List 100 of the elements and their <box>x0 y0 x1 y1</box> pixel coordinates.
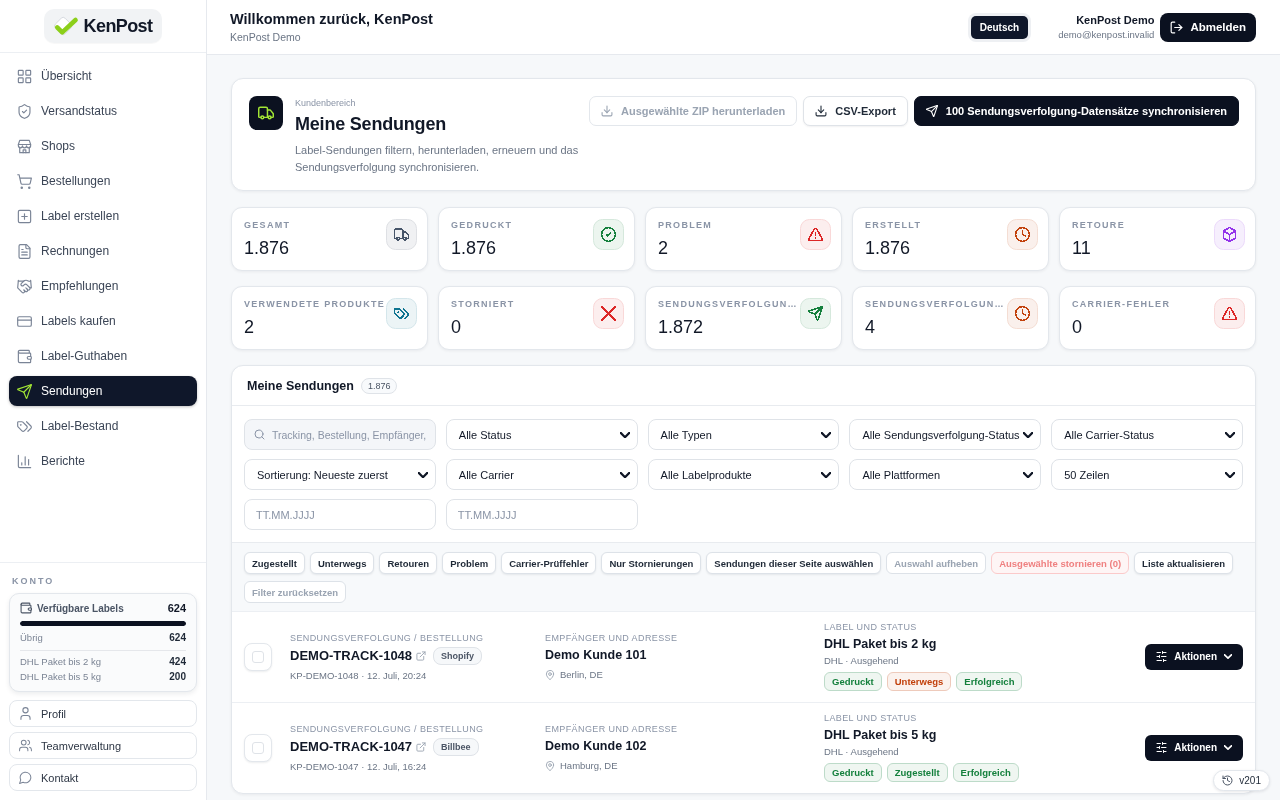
chevron-down-icon <box>821 431 832 438</box>
section-heading: KONTO <box>11 576 56 586</box>
wallet-icon <box>20 602 32 614</box>
actions-button[interactable]: Aktionen <box>1145 643 1243 670</box>
column-label: LABEL UND STATUS <box>824 622 918 632</box>
stat-value: 0 <box>451 317 462 338</box>
filter-button[interactable]: Carrier-Prüffehler <box>501 552 597 574</box>
column-label: LABEL UND STATUS <box>824 713 918 723</box>
product-name: DHL Paket bis 2 kg <box>20 656 101 667</box>
send-icon <box>17 383 32 399</box>
filter-select[interactable]: Alle Carrier <box>445 459 638 490</box>
action-button[interactable]: CSV-Export <box>803 96 908 126</box>
nav-item[interactable]: Labels kaufen <box>9 306 197 336</box>
document-icon <box>17 243 32 259</box>
nav-item[interactable]: Label-Guthaben <box>9 341 197 371</box>
stat-value: 1.876 <box>451 238 498 259</box>
stat-value: 1.876 <box>865 238 912 259</box>
filter-button[interactable]: Liste aktualisieren <box>1134 552 1233 574</box>
nav-item[interactable]: Bestellungen <box>9 166 197 196</box>
tracking-link[interactable]: DEMO-TRACK-1047 <box>290 739 413 754</box>
section-title: Meine Sendungen <box>295 114 447 135</box>
search-icon <box>254 429 265 440</box>
warning-icon <box>1214 298 1245 329</box>
carrier-direction: DHL · Ausgehend <box>824 746 900 757</box>
filter-button[interactable]: Sendungen dieser Seite auswählen <box>706 552 882 574</box>
stat-label: VERWENDETE PRODUKTE <box>244 299 386 309</box>
account-link[interactable]: Profil <box>9 700 197 727</box>
action-button[interactable]: 100 Sendungsverfolgung-Datensätze synchronisieren <box>913 96 1239 126</box>
section-eyebrow: Kundenbereich <box>295 98 357 108</box>
page-subtitle: KenPost Demo <box>230 31 302 43</box>
filter-button[interactable]: Zugestellt <box>244 552 305 574</box>
filter-button[interactable]: Nur Stornierungen <box>601 552 702 574</box>
clock-icon <box>1007 298 1038 329</box>
handshake-icon <box>17 278 32 294</box>
stat-label: GEDRUCKT <box>451 220 513 230</box>
bar-chart-icon <box>17 453 32 469</box>
nav-item[interactable]: Label erstellen <box>9 201 197 231</box>
filter-select[interactable]: Alle Typen <box>647 419 840 450</box>
recipient-location: Hamburg, DE <box>560 760 618 771</box>
logout-button[interactable]: Abmelden <box>1160 12 1256 42</box>
status-tag: Unterwegs <box>886 672 952 691</box>
sliders-icon <box>1156 742 1168 753</box>
tags-icon <box>386 298 417 329</box>
logout-icon <box>1170 20 1184 34</box>
row-checkbox[interactable] <box>244 642 272 671</box>
filter-select[interactable]: Alle Carrier-Status <box>1051 419 1243 450</box>
recipient-name: Demo Kunde 102 <box>545 739 648 753</box>
column-label: SENDUNGSVERFOLGUNG / BESTELLUNG <box>290 723 485 734</box>
filter-select[interactable]: Sortierung: Neueste zuerst <box>244 459 436 490</box>
filter-select[interactable]: Alle Status <box>445 419 638 450</box>
stat-label: STORNIERT <box>451 299 515 309</box>
chevron-down-icon <box>417 471 428 478</box>
download-icon <box>601 105 614 117</box>
platform-tag: Shopify <box>433 646 483 665</box>
version-button[interactable]: v201 <box>1213 770 1270 791</box>
shipment-count: 1.876 <box>360 377 398 394</box>
stat-label: ERSTELLT <box>865 220 922 230</box>
send-icon <box>925 105 938 117</box>
language-button[interactable]: Deutsch <box>970 15 1029 39</box>
logo[interactable]: KenPost <box>43 9 163 43</box>
stat-label: PROBLEM <box>658 220 713 230</box>
account-link[interactable]: Teamverwaltung <box>9 732 197 759</box>
search-field[interactable]: Tracking, Bestellung, Empfänger, <box>244 419 436 450</box>
filter-select[interactable]: 50 Zeilen <box>1051 459 1243 490</box>
filter-button[interactable]: Unterwegs <box>309 552 375 574</box>
nav-item[interactable]: Shops <box>9 131 197 161</box>
date-field[interactable]: TT.MM.JJJJ <box>445 499 638 530</box>
row-checkbox[interactable] <box>244 733 272 762</box>
truck-icon <box>386 219 417 250</box>
plus-square-icon <box>17 208 32 224</box>
credits-count: 624 <box>167 602 186 614</box>
date-field[interactable]: TT.MM.JJJJ <box>244 499 436 530</box>
nav-item[interactable]: Empfehlungen <box>9 271 197 301</box>
filter-button[interactable]: Retouren <box>379 552 438 574</box>
account-link[interactable]: Kontakt <box>9 764 197 791</box>
nav-item[interactable]: Sendungen <box>9 376 197 406</box>
filter-select[interactable]: Alle Plattformen <box>849 459 1042 490</box>
filter-select[interactable]: Alle Labelprodukte <box>647 459 840 490</box>
user-icon <box>19 707 32 720</box>
store-icon <box>17 138 32 154</box>
users-icon <box>19 739 32 752</box>
user-email: demo@kenpost.invalid <box>1058 29 1155 40</box>
nav-item[interactable]: Übersicht <box>9 61 197 91</box>
actions-button[interactable]: Aktionen <box>1145 734 1243 761</box>
nav-item[interactable]: Label-Bestand <box>9 411 197 441</box>
product-name: DHL Paket bis 5 kg <box>20 671 101 682</box>
nav-item[interactable]: Versandstatus <box>9 96 197 126</box>
nav-item[interactable]: Berichte <box>9 446 197 476</box>
remaining-count: 624 <box>169 632 186 643</box>
shield-check-icon <box>17 103 32 119</box>
filter-button[interactable]: Problem <box>442 552 497 574</box>
tracking-link[interactable]: DEMO-TRACK-1048 <box>290 648 413 663</box>
product-count: 200 <box>169 671 186 682</box>
stat-value: 4 <box>865 317 876 338</box>
cross-icon <box>593 298 624 329</box>
clock-icon <box>1007 219 1038 250</box>
send-icon <box>800 298 831 329</box>
chevron-down-icon <box>1224 654 1232 659</box>
nav-item[interactable]: Rechnungen <box>9 236 197 266</box>
filter-select[interactable]: Alle Sendungsverfolgung-Status <box>849 419 1042 450</box>
